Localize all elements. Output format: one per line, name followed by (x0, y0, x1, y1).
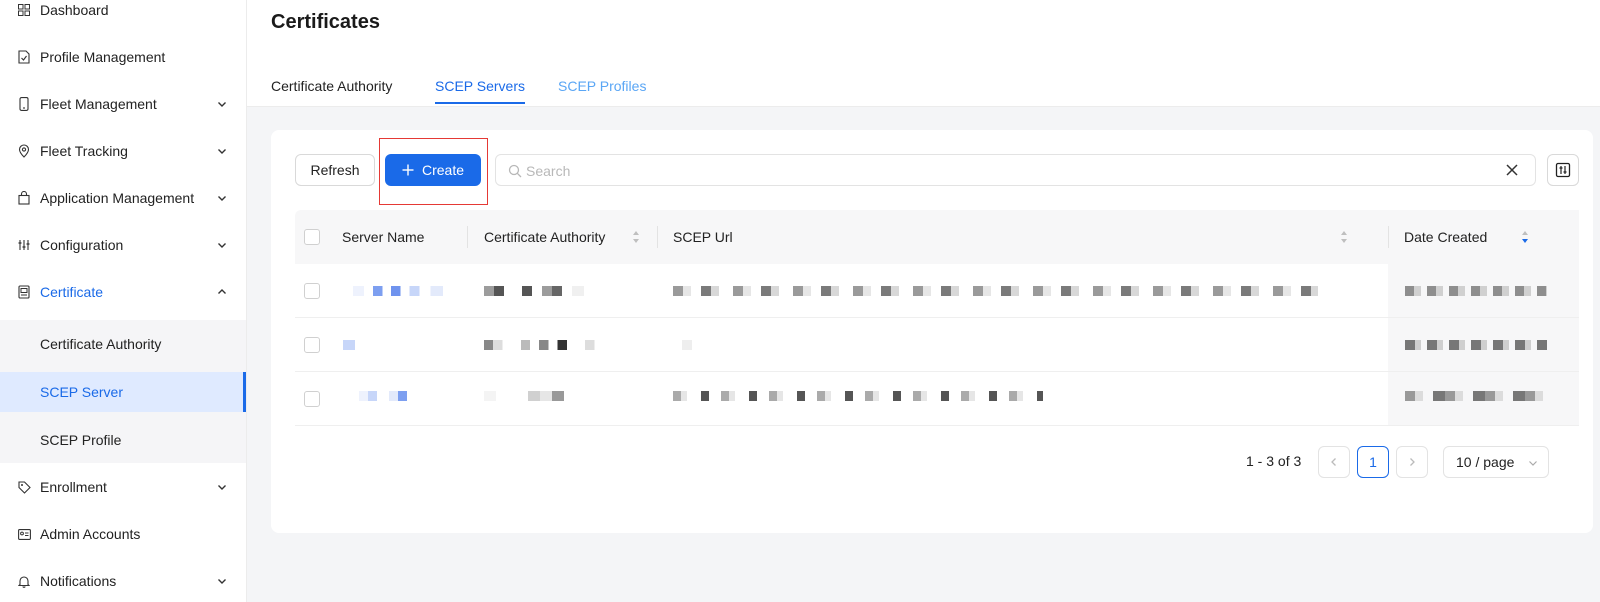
dashboard-icon (17, 3, 31, 17)
column-divider (467, 226, 468, 248)
sidebar-item-certificate[interactable]: Certificate (0, 272, 246, 312)
chevron-down-icon (1529, 461, 1537, 466)
refresh-button[interactable]: Refresh (295, 154, 375, 186)
sidebar-item-label: SCEP Profile (40, 432, 122, 448)
column-settings-button[interactable] (1547, 154, 1579, 186)
row-checkbox[interactable] (304, 283, 320, 299)
plus-icon (402, 164, 414, 176)
shopping-bag-icon (17, 191, 31, 205)
page-1-button[interactable]: 1 (1357, 446, 1389, 478)
sidebar-item-dashboard[interactable]: Dashboard (0, 0, 246, 30)
row-checkbox[interactable] (304, 337, 320, 353)
tab-certificate-authority[interactable]: Certificate Authority (271, 78, 392, 94)
chevron-down-icon (218, 102, 226, 107)
page-size-select[interactable]: 10 / page (1443, 446, 1549, 478)
sidebar-item-enrollment[interactable]: Enrollment (0, 467, 246, 507)
scep-servers-card: Refresh Create Server Name (271, 130, 1593, 533)
page-header: Certificates Certificate Authority SCEP … (247, 0, 1600, 107)
column-divider (1388, 226, 1389, 248)
location-pin-icon (17, 144, 31, 158)
sidebar-item-label: Certificate (40, 284, 104, 300)
search-icon (508, 164, 522, 178)
sidebar-item-label: Application Management (40, 190, 195, 206)
sliders-icon (17, 238, 31, 252)
chevron-down-icon (218, 579, 226, 584)
next-page-button[interactable] (1396, 446, 1428, 478)
column-header-certificate-authority[interactable]: Certificate Authority (484, 210, 605, 264)
sidebar-item-label: Fleet Management (40, 96, 157, 112)
sidebar-item-fleet-management[interactable]: Fleet Management (0, 84, 246, 124)
search-box (495, 154, 1536, 186)
sidebar: Dashboard Profile Management Fleet Manag… (0, 0, 247, 602)
create-button-label: Create (421, 162, 465, 178)
page-size-value: 10 / page (1456, 454, 1515, 470)
table-row[interactable] (295, 318, 1579, 372)
table-row[interactable] (295, 372, 1579, 426)
sidebar-subitem-scep-server[interactable]: SCEP Server (0, 372, 246, 412)
sidebar-item-label: Enrollment (40, 479, 107, 495)
sort-desc-icon[interactable] (1521, 230, 1529, 244)
column-header-date-created[interactable]: Date Created (1404, 210, 1487, 264)
chevron-down-icon (218, 149, 226, 154)
column-header-scep-url[interactable]: SCEP Url (673, 210, 733, 264)
chevron-up-icon (218, 289, 226, 294)
sort-icon[interactable] (1340, 230, 1348, 244)
sidebar-item-label: Configuration (40, 237, 124, 253)
select-all-checkbox[interactable] (304, 229, 320, 245)
app-window: Dashboard Profile Management Fleet Manag… (0, 0, 1600, 602)
sidebar-item-admin-accounts[interactable]: Admin Accounts (0, 514, 246, 554)
chevron-right-icon (1410, 458, 1415, 466)
bell-icon (17, 574, 31, 588)
close-icon[interactable] (1505, 163, 1519, 177)
tab-scep-servers[interactable]: SCEP Servers (435, 78, 525, 94)
sidebar-item-label: Certificate Authority (40, 336, 162, 352)
chevron-down-icon (218, 243, 226, 248)
sidebar-subitem-scep-profile[interactable]: SCEP Profile (0, 420, 246, 460)
id-card-icon (17, 527, 31, 541)
search-input[interactable] (526, 161, 1486, 181)
page-title: Certificates (271, 11, 380, 33)
certificate-icon (17, 285, 31, 299)
document-check-icon (17, 50, 31, 64)
sidebar-item-label: Admin Accounts (40, 526, 141, 542)
sidebar-item-notifications[interactable]: Notifications (0, 561, 246, 601)
sidebar-item-profile-management[interactable]: Profile Management (0, 37, 246, 77)
chevron-down-icon (218, 196, 226, 201)
column-divider (657, 226, 658, 248)
sort-icon[interactable] (632, 230, 640, 244)
sidebar-item-label: Fleet Tracking (40, 143, 128, 159)
prev-page-button[interactable] (1318, 446, 1350, 478)
sidebar-item-fleet-tracking[interactable]: Fleet Tracking (0, 131, 246, 171)
sidebar-item-label: Notifications (40, 573, 117, 589)
sidebar-item-label: Dashboard (40, 2, 109, 18)
sidebar-item-label: Profile Management (40, 49, 166, 65)
pagination-summary: 1 - 3 of 3 (1246, 453, 1302, 469)
sidebar-subitem-certificate-authority[interactable]: Certificate Authority (0, 324, 246, 364)
column-settings-icon (1555, 162, 1571, 178)
row-checkbox[interactable] (304, 391, 320, 407)
main-content: Certificates Certificate Authority SCEP … (247, 0, 1600, 602)
chevron-down-icon (218, 485, 226, 490)
sidebar-item-application-management[interactable]: Application Management (0, 178, 246, 218)
column-header-server-name[interactable]: Server Name (342, 210, 424, 264)
phone-icon (17, 97, 31, 111)
chevron-left-icon (1331, 458, 1336, 466)
tag-icon (17, 480, 31, 494)
table-row[interactable] (295, 264, 1579, 318)
tab-scep-profiles[interactable]: SCEP Profiles (558, 78, 646, 94)
sidebar-item-configuration[interactable]: Configuration (0, 225, 246, 265)
scep-servers-table: Server Name Certificate Authority SCEP U… (295, 210, 1579, 426)
active-tab-indicator (435, 102, 525, 104)
sidebar-item-label: SCEP Server (40, 384, 123, 400)
table-header: Server Name Certificate Authority SCEP U… (295, 210, 1579, 264)
create-button[interactable]: Create (385, 154, 481, 186)
